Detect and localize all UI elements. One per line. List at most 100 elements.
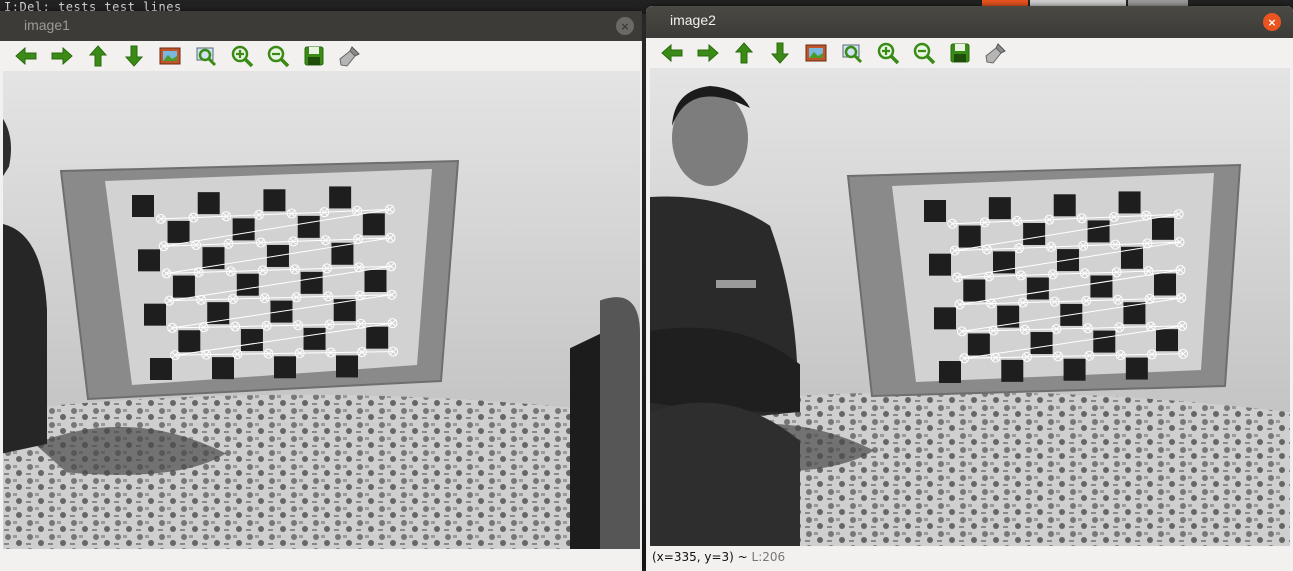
board-square xyxy=(924,200,946,222)
pan-down-button[interactable] xyxy=(116,42,152,70)
board-square xyxy=(1023,222,1046,245)
board-square xyxy=(1154,273,1176,296)
board-square xyxy=(1087,220,1110,243)
image1-viewport[interactable] xyxy=(3,71,640,549)
save-icon xyxy=(304,46,324,66)
arrow-up-icon xyxy=(88,45,108,67)
pan-down-button[interactable] xyxy=(762,39,798,67)
board-square xyxy=(263,189,286,212)
image1-titlebar[interactable]: image1 × xyxy=(0,11,642,41)
board-square xyxy=(297,215,320,238)
board-square xyxy=(336,355,358,378)
board-square xyxy=(967,333,990,356)
board-square xyxy=(240,329,263,352)
board-square xyxy=(331,242,354,265)
arrow-up-icon xyxy=(734,42,754,64)
board-square xyxy=(232,218,255,241)
image1-toolbar xyxy=(0,41,642,71)
board-square xyxy=(963,279,986,302)
pan-up-button[interactable] xyxy=(726,39,762,67)
arrow-right-icon xyxy=(51,46,73,66)
zoom-region-icon xyxy=(196,47,217,67)
pan-up-button[interactable] xyxy=(80,42,116,70)
board-square xyxy=(1152,217,1174,240)
board-square xyxy=(132,195,154,217)
save-icon xyxy=(950,43,970,63)
zoom-in-button[interactable] xyxy=(870,39,906,67)
zoom-in-icon xyxy=(877,42,900,65)
image2-camera-frame xyxy=(650,68,1290,546)
pan-right-button[interactable] xyxy=(44,42,80,70)
zoom-to-region-button[interactable] xyxy=(188,42,224,70)
image2-title: image2 xyxy=(670,12,716,28)
board-square xyxy=(934,307,956,330)
zoom-out-button[interactable] xyxy=(260,42,296,70)
board-square xyxy=(333,299,356,322)
shirt-logo xyxy=(716,280,756,288)
image2-window[interactable]: image2 × (x=335, y=3) ~ L:206 xyxy=(646,6,1293,571)
image2-statusbar: (x=335, y=3) ~ L:206 xyxy=(646,547,1293,571)
zoom-in-icon xyxy=(231,45,254,68)
board-square xyxy=(150,358,172,380)
board-square xyxy=(1030,332,1053,355)
board-square xyxy=(1118,191,1141,214)
board-square xyxy=(236,273,259,296)
board-square xyxy=(178,330,201,353)
arrow-down-icon xyxy=(770,42,790,64)
zoom-out-icon xyxy=(913,42,936,65)
board-square xyxy=(1053,194,1076,217)
pan-right-button[interactable] xyxy=(690,39,726,67)
image2-close-button[interactable]: × xyxy=(1263,13,1281,31)
brush-icon xyxy=(339,46,360,67)
board-square xyxy=(300,271,323,294)
picture-icon xyxy=(159,47,181,65)
board-square xyxy=(958,225,981,248)
arrow-right-icon xyxy=(697,43,719,63)
board-square xyxy=(929,253,951,276)
board-square xyxy=(1156,329,1178,352)
board-square xyxy=(1125,357,1148,380)
brush-icon xyxy=(985,43,1006,64)
arrow-down-icon xyxy=(124,45,144,67)
properties-button[interactable] xyxy=(332,42,368,70)
board-square xyxy=(988,197,1011,220)
board-square xyxy=(212,357,234,380)
image2-status-level: L:206 xyxy=(751,550,786,564)
board-square xyxy=(1001,359,1024,382)
image2-titlebar[interactable]: image2 × xyxy=(646,6,1293,38)
board-square xyxy=(329,186,352,209)
person-right-edge xyxy=(600,297,640,549)
board-square xyxy=(362,213,385,236)
board-square xyxy=(1090,275,1113,298)
image1-title: image1 xyxy=(24,17,70,33)
board-square xyxy=(138,249,160,272)
save-image-button[interactable] xyxy=(296,42,332,70)
image1-window[interactable]: image1 × xyxy=(0,11,642,571)
zoom-to-fit-button[interactable] xyxy=(798,39,834,67)
zoom-to-fit-button[interactable] xyxy=(152,42,188,70)
board-square xyxy=(1093,330,1116,353)
board-square xyxy=(197,192,220,215)
zoom-out-button[interactable] xyxy=(906,39,942,67)
image1-statusbar xyxy=(0,549,642,571)
chair xyxy=(570,333,600,549)
board-square xyxy=(364,270,387,292)
board-square xyxy=(144,303,166,326)
board-square xyxy=(167,220,190,243)
board-square xyxy=(1026,277,1049,300)
zoom-to-region-button[interactable] xyxy=(834,39,870,67)
image1-close-button[interactable]: × xyxy=(616,17,634,35)
zoom-out-icon xyxy=(267,45,290,68)
pan-left-button[interactable] xyxy=(8,42,44,70)
arrow-left-icon xyxy=(15,46,37,66)
zoom-in-button[interactable] xyxy=(224,42,260,70)
image2-viewport[interactable] xyxy=(650,68,1290,546)
board-square xyxy=(274,356,296,379)
board-square xyxy=(1063,358,1086,381)
properties-button[interactable] xyxy=(978,39,1014,67)
pan-left-button[interactable] xyxy=(654,39,690,67)
board-square xyxy=(172,275,195,298)
save-image-button[interactable] xyxy=(942,39,978,67)
arrow-left-icon xyxy=(661,43,683,63)
board-square xyxy=(939,361,961,383)
